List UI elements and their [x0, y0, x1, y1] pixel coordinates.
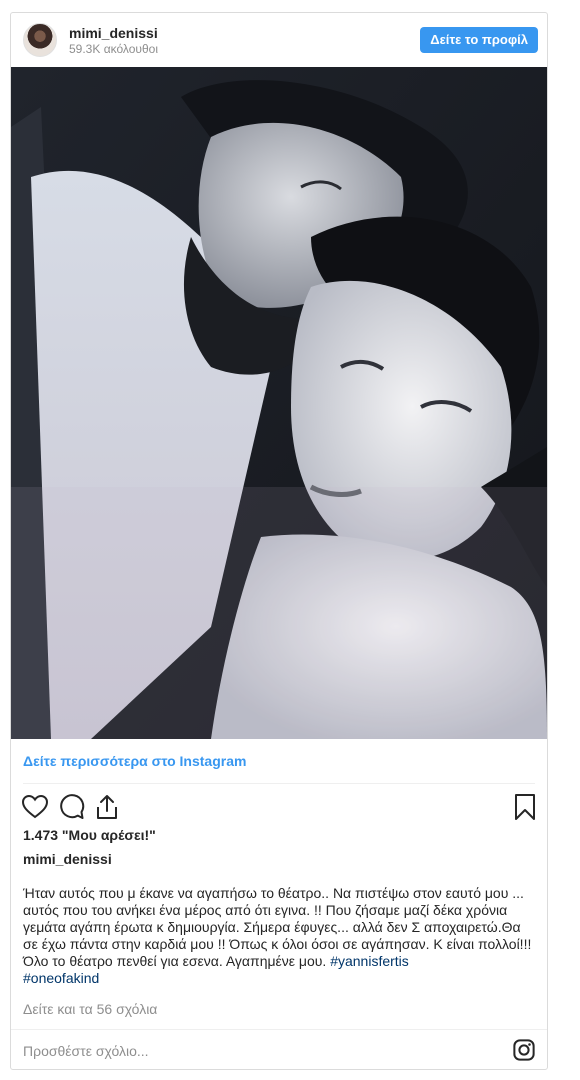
hashtag-link[interactable]: #yannisfertis: [330, 953, 409, 969]
username[interactable]: mimi_denissi: [69, 25, 158, 41]
heart-icon[interactable]: [21, 793, 49, 821]
view-profile-button[interactable]: Δείτε το προφίλ: [420, 27, 538, 53]
instagram-icon[interactable]: [513, 1039, 535, 1061]
caption: Ήταν αυτός που μ έκανε να αγαπήσω το θέα…: [23, 885, 539, 987]
instagram-embed-card: mimi_denissi 59.3K ακόλουθοι Δείτε το πρ…: [10, 12, 548, 1070]
follower-count: 59.3K ακόλουθοι: [69, 42, 158, 56]
caption-text: Ήταν αυτός που μ έκανε να αγαπήσω το θέα…: [23, 885, 532, 969]
hashtag-link[interactable]: #oneofakind: [23, 970, 99, 986]
avatar[interactable]: [23, 23, 57, 57]
caption-author[interactable]: mimi_denissi: [23, 851, 112, 867]
post-photo-image: [11, 67, 547, 739]
like-count[interactable]: 1.473 "Μου αρέσει!": [23, 827, 156, 843]
action-bar: [21, 793, 539, 821]
share-icon[interactable]: [93, 793, 121, 821]
comment-icon[interactable]: [57, 793, 85, 821]
user-info: mimi_denissi 59.3K ακόλουθοι: [69, 25, 158, 57]
post-photo[interactable]: [11, 67, 547, 739]
see-more-link[interactable]: Δείτε περισσότερα στο Instagram: [23, 753, 246, 769]
comment-bar: [11, 1029, 547, 1070]
comment-input[interactable]: [21, 1038, 485, 1064]
post-header: mimi_denissi 59.3K ακόλουθοι Δείτε το πρ…: [11, 13, 547, 67]
view-comments-link[interactable]: Δείτε και τα 56 σχόλια: [23, 1001, 157, 1017]
divider: [23, 783, 535, 784]
bookmark-icon[interactable]: [511, 793, 539, 821]
